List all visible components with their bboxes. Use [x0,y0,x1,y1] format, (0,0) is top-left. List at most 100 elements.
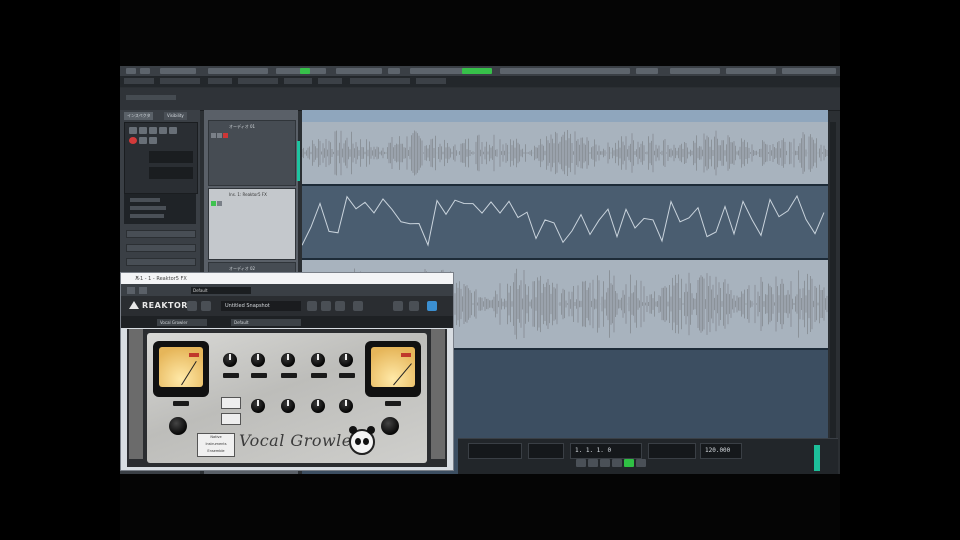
toolbar-button[interactable] [388,68,400,74]
knob[interactable] [311,353,325,367]
menu-bar [120,77,840,87]
power-icon[interactable] [127,287,135,294]
knob[interactable] [223,353,237,367]
tab-inspector[interactable]: インスペクタ [124,112,154,120]
forward-button[interactable] [588,459,598,467]
waveform [302,130,828,176]
track-header-automation[interactable]: Ins. 1: Reaktor5 FX [208,188,296,260]
knob[interactable] [339,353,353,367]
inspector-section[interactable] [126,244,196,252]
plugin-title-bar[interactable]: ル1 - 1 - Reaktor5 FX ✕ [121,273,453,284]
lock-button[interactable] [149,137,157,144]
list-item[interactable] [130,206,166,210]
plugin-window: ル1 - 1 - Reaktor5 FX ✕ Default REAKTOR U… [120,272,454,471]
automation-lane[interactable] [302,186,828,258]
track-controls [124,122,198,194]
automation-line [302,194,825,247]
toolbar-button[interactable] [160,68,196,74]
read-button[interactable] [149,127,157,134]
mode-button[interactable] [221,397,241,409]
knob[interactable] [281,399,295,413]
input-gain-knob[interactable] [169,417,187,435]
ni-logo-icon [129,301,139,309]
track-header[interactable]: オーディオ 01 [208,120,300,186]
ensemble-select[interactable]: Vocal Growler [157,319,207,326]
gear-icon[interactable] [393,301,403,311]
tab-visibility[interactable]: Visibility [164,112,187,120]
value-display [223,373,239,378]
knob[interactable] [311,399,325,413]
toolbar-button[interactable] [336,68,382,74]
list-item[interactable] [130,198,160,202]
reaktor-logo: REAKTOR [129,301,188,310]
menu-item[interactable] [208,78,232,84]
menu-item[interactable] [124,78,154,84]
knob[interactable] [339,399,353,413]
edit-icon[interactable] [353,301,363,311]
inspector-section[interactable] [126,230,196,238]
menu-item[interactable] [416,78,446,84]
output-gain-knob[interactable] [381,417,399,435]
tempo-display: 120.000 [700,443,742,459]
edit-button[interactable] [169,127,177,134]
knob[interactable] [251,399,265,413]
menu-icon[interactable] [307,301,317,311]
menu-item[interactable] [318,78,342,84]
write-button[interactable] [159,127,167,134]
output-vu-meter [365,341,421,397]
next-icon[interactable] [201,301,211,311]
menu-item[interactable] [238,78,278,84]
monitor-button[interactable] [139,137,147,144]
audio-event-lane[interactable] [302,122,828,184]
toolbar-button[interactable] [140,68,150,74]
inspector-section[interactable] [126,258,196,266]
vertical-scrollbar[interactable] [830,122,836,442]
host-preset-field[interactable]: Default [191,287,251,294]
toolbar-button[interactable] [670,68,720,74]
reaktor-header: REAKTOR Untitled Snapshot [121,296,453,316]
pan-slider[interactable] [149,167,193,179]
toolbar-button[interactable] [126,68,136,74]
snapshot-name[interactable]: Untitled Snapshot [221,301,301,311]
toolbar-button[interactable] [636,68,658,74]
main-toolbar [120,66,840,77]
toolbar-button[interactable] [782,68,836,74]
volume-slider[interactable] [149,151,193,163]
track-level-meter [297,141,300,181]
menu-item[interactable] [350,78,410,84]
monitor-toggle[interactable] [300,68,310,74]
panda-logo-icon [349,426,375,455]
solo-button[interactable] [139,127,147,134]
menu-item[interactable] [160,78,200,84]
stop-button[interactable] [612,459,622,467]
mode-button[interactable] [221,413,241,425]
knob[interactable] [281,353,295,367]
cycle-button[interactable] [600,459,610,467]
output-meter [814,445,820,471]
record-enable-button[interactable] [129,137,137,144]
value-display [311,373,327,378]
toolbar-button[interactable] [208,68,268,74]
info-line [120,88,840,111]
snap-toggle[interactable] [462,68,492,74]
toolbar-button[interactable] [500,68,630,74]
save-icon[interactable] [321,301,331,311]
info-icon[interactable] [427,301,437,311]
close-icon[interactable]: ✕ [135,275,449,281]
list-item[interactable] [130,214,164,218]
snapshot-select[interactable]: Default [231,319,301,326]
timeline-ruler[interactable] [302,110,828,122]
transport-panel: 1. 1. 1. 0 120.000 [458,438,838,474]
ni-logo-box: Native Instruments Ensemble [197,433,235,457]
bypass-icon[interactable] [139,287,147,294]
knob[interactable] [251,353,265,367]
transport-display [528,443,564,459]
play-button[interactable] [624,459,634,467]
panel-icon[interactable] [335,301,345,311]
prev-icon[interactable] [187,301,197,311]
record-button[interactable] [636,459,646,467]
rewind-button[interactable] [576,459,586,467]
toolbar-button[interactable] [726,68,776,74]
menu-item[interactable] [284,78,312,84]
mute-button[interactable] [129,127,137,134]
